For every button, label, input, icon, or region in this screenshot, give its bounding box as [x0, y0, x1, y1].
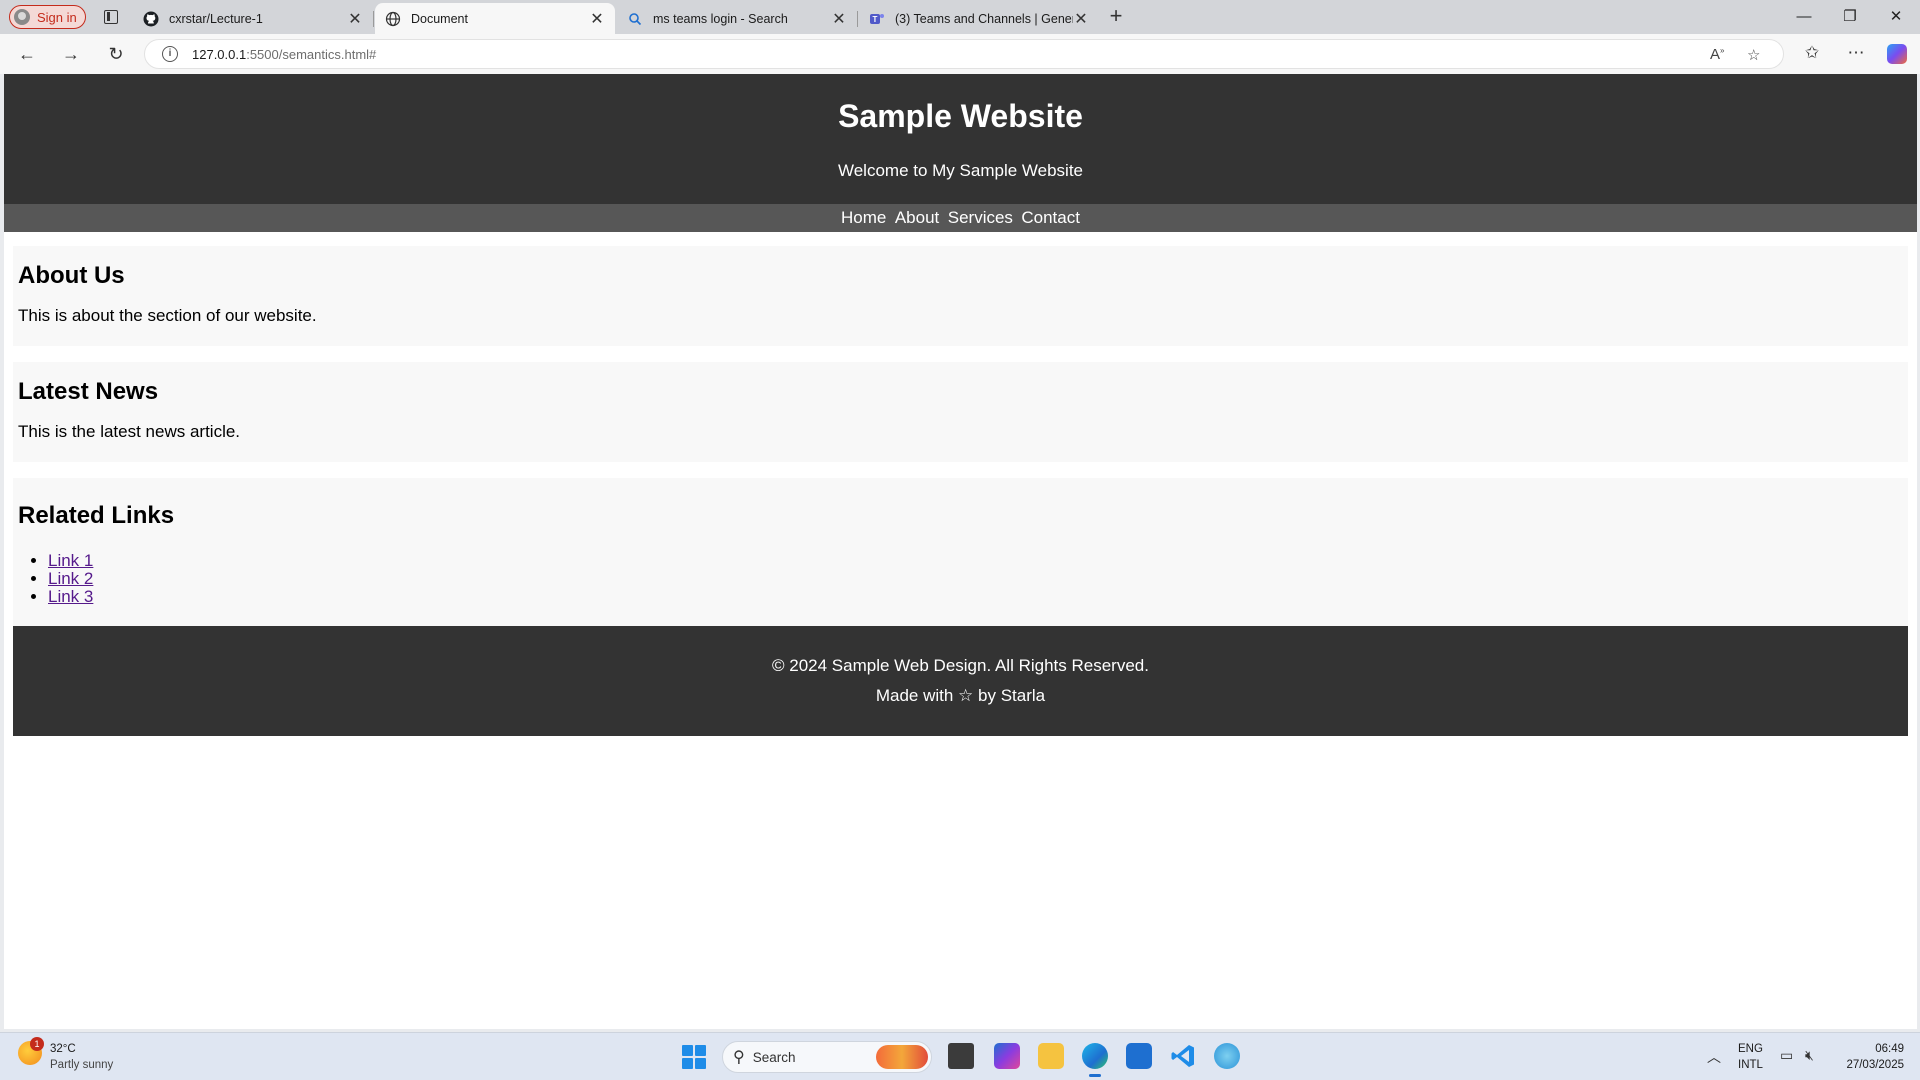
tab-actions-icon[interactable] [101, 7, 121, 27]
tab-teams[interactable]: T (3) Teams and Channels | General ✕ [859, 3, 1099, 34]
news-section: Latest News This is the latest news arti… [13, 362, 1908, 462]
nav-link-home[interactable]: Home [841, 208, 886, 227]
page-viewport: Sample Website Welcome to My Sample Webs… [4, 74, 1917, 1029]
list-item: Link 2 [48, 570, 93, 588]
site-nav: Home About Services Contact [4, 204, 1917, 232]
nav-link-about[interactable]: About [895, 208, 939, 227]
tab-title: cxrstar/Lecture-1 [169, 11, 263, 26]
back-icon[interactable]: ← [13, 42, 41, 66]
weather-temp: 32°C [50, 1043, 76, 1055]
related-link-1[interactable]: Link 1 [48, 551, 93, 570]
site-header: Sample Website Welcome to My Sample Webs… [4, 74, 1917, 204]
about-text: This is about the section of our website… [18, 306, 317, 325]
browser-toolbar: ← → ↻ i 127.0.0.1 :5500/semantics.html# … [0, 34, 1920, 74]
taskbar-search-label: Search [752, 1049, 796, 1065]
github-icon [143, 11, 159, 27]
weather-sun-icon: 1 [18, 1037, 44, 1065]
news-text: This is the latest news article. [18, 422, 241, 441]
related-links-section: Related Links Link 1 Link 2 Link 3 [13, 478, 1908, 626]
window-close-icon[interactable]: ✕ [1874, 4, 1918, 30]
refresh-icon[interactable]: ↻ [102, 42, 130, 66]
edge-browser-icon[interactable] [1082, 1043, 1108, 1077]
volume-muted-icon[interactable]: 🔇︎ [1805, 1047, 1814, 1064]
favorite-star-icon[interactable]: ☆ [1747, 46, 1760, 64]
site-title: Sample Website [838, 98, 1083, 134]
related-links-heading: Related Links [18, 502, 175, 529]
url-path: :5500/semantics.html# [246, 46, 377, 62]
nav-link-services[interactable]: Services [948, 208, 1013, 227]
favorites-icon[interactable]: ✩ [1800, 43, 1824, 63]
taskbar: 1 32°C Partly sunny ⚲ Search ︿ ENG INTL … [0, 1032, 1920, 1080]
copilot-icon[interactable] [1887, 44, 1907, 64]
clock-date: 27/03/2025 [1846, 1059, 1904, 1071]
weather-desc: Partly sunny [50, 1059, 114, 1071]
related-link-3[interactable]: Link 3 [48, 587, 93, 606]
show-hidden-icons-chevron-icon[interactable]: ︿ [1707, 1047, 1721, 1067]
search-highlight-icon [876, 1045, 928, 1069]
tab-title: ms teams login - Search [653, 11, 788, 26]
globe-icon [385, 11, 401, 27]
profile-sign-in-button[interactable]: Sign in [9, 5, 86, 29]
microsoft-store-icon[interactable] [1126, 1043, 1152, 1069]
screen: Sign in cxrstar/Lecture-1 ✕ Document ✕ m… [0, 0, 1920, 1080]
related-links-list: Link 1 Link 2 Link 3 [48, 552, 93, 606]
tab-search[interactable]: ms teams login - Search ✕ [617, 3, 858, 34]
notification-badge: 1 [30, 1037, 44, 1051]
tab-title: Document [411, 11, 468, 26]
site-tagline: Welcome to My Sample Website [837, 161, 1083, 180]
task-view-icon[interactable] [948, 1043, 974, 1069]
vscode-icon[interactable] [1170, 1043, 1196, 1069]
close-icon[interactable]: ✕ [831, 9, 847, 29]
minimize-icon[interactable]: — [1782, 4, 1826, 30]
list-item: Link 3 [48, 588, 93, 606]
network-icon[interactable]: ▭ [1780, 1047, 1793, 1064]
copilot-app-icon[interactable] [1214, 1043, 1240, 1069]
language-line-2: INTL [1738, 1059, 1763, 1071]
site-info-icon[interactable]: i [162, 46, 178, 62]
forward-icon[interactable]: → [57, 42, 85, 66]
more-menu-icon[interactable]: ⋯ [1844, 43, 1868, 63]
tab-title: (3) Teams and Channels | General [895, 11, 1073, 26]
language-line-1: ENG [1738, 1043, 1763, 1055]
clock-time: 06:49 [1875, 1043, 1904, 1055]
profile-avatar-icon [14, 9, 30, 25]
nav-link-contact[interactable]: Contact [1021, 208, 1080, 227]
news-heading: Latest News [18, 378, 159, 405]
language-indicator[interactable]: ENG INTL [1738, 1041, 1763, 1073]
taskbar-search[interactable]: ⚲ Search [722, 1041, 932, 1073]
teams-icon: T [869, 11, 885, 27]
site-footer: © 2024 Sample Web Design. All Rights Res… [13, 626, 1908, 736]
file-explorer-icon[interactable] [1038, 1043, 1064, 1069]
new-tab-button[interactable]: + [1104, 5, 1128, 29]
clock[interactable]: 06:49 27/03/2025 [1836, 1041, 1904, 1073]
about-section: About Us This is about the section of ou… [13, 246, 1908, 346]
footer-made-with: Made with ☆ by Starla [875, 686, 1046, 705]
browser-tab-bar: Sign in cxrstar/Lecture-1 ✕ Document ✕ m… [0, 0, 1920, 34]
weather-widget[interactable]: 1 32°C Partly sunny [18, 1037, 114, 1073]
restore-icon[interactable]: ❐ [1828, 4, 1872, 30]
url-host: 127.0.0.1 [192, 46, 247, 62]
svg-text:T: T [873, 15, 878, 24]
read-aloud-icon[interactable]: A» [1710, 46, 1724, 63]
list-item: Link 1 [48, 552, 93, 570]
search-icon: ⚲ [733, 1049, 745, 1066]
profile-label: Sign in [37, 9, 77, 25]
footer-copyright: © 2024 Sample Web Design. All Rights Res… [772, 656, 1149, 675]
close-icon[interactable]: ✕ [589, 9, 605, 29]
start-windows-icon[interactable] [682, 1045, 706, 1069]
address-bar[interactable]: i 127.0.0.1 :5500/semantics.html# A» ☆ [144, 39, 1784, 69]
close-icon[interactable]: ✕ [1073, 9, 1089, 29]
search-icon [627, 11, 643, 27]
close-icon[interactable]: ✕ [347, 9, 363, 29]
tab-document[interactable]: Document ✕ [375, 3, 615, 34]
microsoft-365-icon[interactable] [994, 1043, 1020, 1069]
related-link-2[interactable]: Link 2 [48, 569, 93, 588]
tab-github[interactable]: cxrstar/Lecture-1 ✕ [133, 3, 374, 34]
about-heading: About Us [18, 262, 125, 289]
